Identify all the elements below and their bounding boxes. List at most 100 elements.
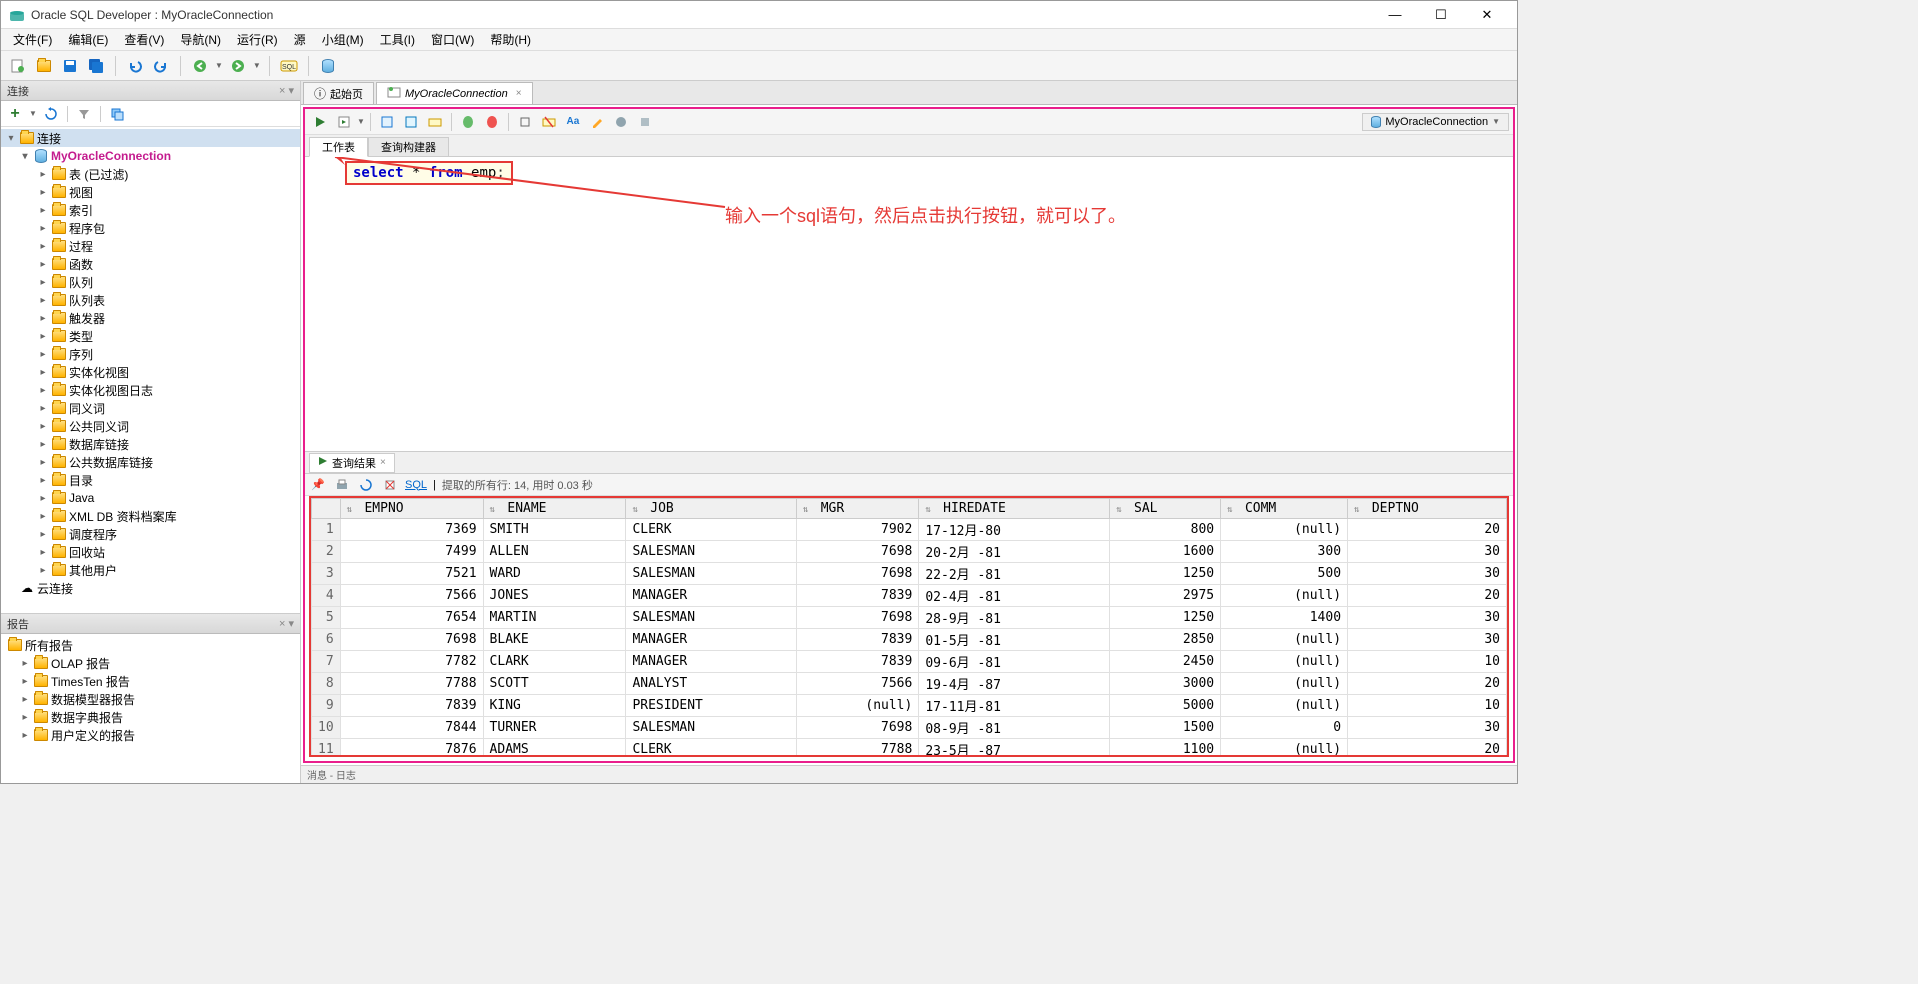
menu-item[interactable]: 导航(N) [172, 29, 229, 50]
refresh-button[interactable] [41, 104, 61, 124]
cell[interactable]: 20 [1348, 673, 1507, 695]
cell[interactable]: 7698 [340, 629, 483, 651]
menu-item[interactable]: 帮助(H) [482, 29, 539, 50]
dropdown-icon[interactable]: ▼ [357, 117, 365, 126]
menu-item[interactable]: 查看(V) [116, 29, 172, 50]
undo-button[interactable] [124, 55, 146, 77]
menu-item[interactable]: 运行(R) [229, 29, 286, 50]
cell[interactable]: SALESMAN [626, 717, 796, 739]
tree-schema-node[interactable]: ▸队列表 [1, 291, 300, 309]
tree-connection-node[interactable]: ▾ MyOracleConnection [1, 147, 300, 165]
table-row[interactable]: 117876ADAMSCLERK778823-5月 -871100(null)2… [312, 739, 1507, 758]
cell[interactable]: 1250 [1110, 607, 1221, 629]
table-row[interactable]: 107844TURNERSALESMAN769808-9月 -811500030 [312, 717, 1507, 739]
cell[interactable]: 1500 [1110, 717, 1221, 739]
cell[interactable]: 300 [1221, 541, 1348, 563]
cell[interactable]: 7654 [340, 607, 483, 629]
table-row[interactable]: 97839KINGPRESIDENT(null)17-11月-815000(nu… [312, 695, 1507, 717]
cell[interactable]: 7698 [796, 607, 918, 629]
cell[interactable]: KING [483, 695, 626, 717]
cell[interactable]: 10 [1348, 695, 1507, 717]
filter-button[interactable] [74, 104, 94, 124]
column-header[interactable]: ⇅ HIREDATE [919, 499, 1110, 519]
explain-plan-button[interactable] [376, 111, 398, 133]
tree-schema-node[interactable]: ▸其他用户 [1, 561, 300, 579]
tree-schema-node[interactable]: ▸程序包 [1, 219, 300, 237]
cell[interactable]: 1100 [1110, 739, 1221, 758]
cell[interactable]: (null) [1221, 651, 1348, 673]
cell[interactable]: 7698 [796, 541, 918, 563]
cell[interactable]: 500 [1221, 563, 1348, 585]
column-header[interactable]: ⇅ ENAME [483, 499, 626, 519]
cell[interactable]: 0 [1221, 717, 1348, 739]
cell[interactable]: 1600 [1110, 541, 1221, 563]
tab-close-icon[interactable]: × [516, 88, 522, 99]
minimize-button[interactable]: — [1373, 2, 1417, 28]
cell[interactable]: 17-12月-80 [919, 519, 1110, 541]
tree-schema-node[interactable]: ▸过程 [1, 237, 300, 255]
cell[interactable]: 3000 [1110, 673, 1221, 695]
tree-schema-node[interactable]: ▸表 (已过滤) [1, 165, 300, 183]
table-row[interactable]: 27499ALLENSALESMAN769820-2月 -81160030030 [312, 541, 1507, 563]
cell[interactable]: (null) [796, 695, 918, 717]
tool1-button[interactable] [610, 111, 632, 133]
connection-selector[interactable]: MyOracleConnection ▼ [1362, 113, 1509, 131]
tree-report-node[interactable]: ▸数据模型器报告 [1, 690, 300, 708]
cell[interactable]: (null) [1221, 519, 1348, 541]
tree-schema-node[interactable]: ▸实体化视图日志 [1, 381, 300, 399]
cell[interactable]: 5000 [1110, 695, 1221, 717]
tab-connection[interactable]: MyOracleConnection × [376, 82, 533, 104]
cell[interactable]: 7788 [796, 739, 918, 758]
table-row[interactable]: 77782CLARKMANAGER783909-6月 -812450(null)… [312, 651, 1507, 673]
edit-button[interactable] [586, 111, 608, 133]
cell[interactable]: 1250 [1110, 563, 1221, 585]
column-header[interactable]: ⇅ JOB [626, 499, 796, 519]
case-button[interactable]: Aa [562, 111, 584, 133]
refresh-results-button[interactable] [357, 476, 375, 494]
tree-schema-node[interactable]: ▸触发器 [1, 309, 300, 327]
print-button[interactable] [333, 476, 351, 494]
open-button[interactable] [33, 55, 55, 77]
menu-item[interactable]: 窗口(W) [423, 29, 482, 50]
cell[interactable]: 30 [1348, 563, 1507, 585]
tree-cloud-node[interactable]: ☁ 云连接 [1, 579, 300, 597]
clear-button[interactable] [538, 111, 560, 133]
cell[interactable]: ALLEN [483, 541, 626, 563]
cell[interactable]: 7839 [796, 651, 918, 673]
tree-schema-node[interactable]: ▸回收站 [1, 543, 300, 561]
tree-schema-node[interactable]: ▸XML DB 资料档案库 [1, 507, 300, 525]
cell[interactable]: MANAGER [626, 651, 796, 673]
unshared-button[interactable] [514, 111, 536, 133]
cell[interactable]: MANAGER [626, 585, 796, 607]
tree-schema-node[interactable]: ▸类型 [1, 327, 300, 345]
db-tool-button[interactable] [317, 55, 339, 77]
cell[interactable]: 7839 [340, 695, 483, 717]
sql-button[interactable]: SQL [278, 55, 300, 77]
cell[interactable]: CLARK [483, 651, 626, 673]
cell[interactable]: (null) [1221, 739, 1348, 758]
cell[interactable]: SALESMAN [626, 607, 796, 629]
tab-start-page[interactable]: ⓘ 起始页 [303, 82, 374, 104]
sql-editor[interactable]: select * from emp; 输入一个sql语句，然后点击执行按钮，就可… [305, 157, 1513, 451]
cell[interactable]: MANAGER [626, 629, 796, 651]
cell[interactable]: 7902 [796, 519, 918, 541]
column-header[interactable]: ⇅ SAL [1110, 499, 1221, 519]
cell[interactable]: 30 [1348, 629, 1507, 651]
tree-schema-node[interactable]: ▸索引 [1, 201, 300, 219]
cell[interactable]: 09-6月 -81 [919, 651, 1110, 673]
cell[interactable]: (null) [1221, 673, 1348, 695]
tab-close-icon[interactable]: × [380, 457, 386, 468]
column-header[interactable]: ⇅ MGR [796, 499, 918, 519]
cell[interactable]: 7566 [340, 585, 483, 607]
cell[interactable]: 20 [1348, 739, 1507, 758]
tree-report-node[interactable]: ▸数据字典报告 [1, 708, 300, 726]
tree-all-reports[interactable]: 所有报告 [1, 636, 300, 654]
cell[interactable]: 02-4月 -81 [919, 585, 1110, 607]
cell[interactable]: 7839 [796, 629, 918, 651]
tree-schema-node[interactable]: ▸视图 [1, 183, 300, 201]
cell[interactable]: 30 [1348, 541, 1507, 563]
cell[interactable]: 20 [1348, 519, 1507, 541]
tree-schema-node[interactable]: ▸调度程序 [1, 525, 300, 543]
cell[interactable]: 30 [1348, 607, 1507, 629]
cell[interactable]: 2975 [1110, 585, 1221, 607]
